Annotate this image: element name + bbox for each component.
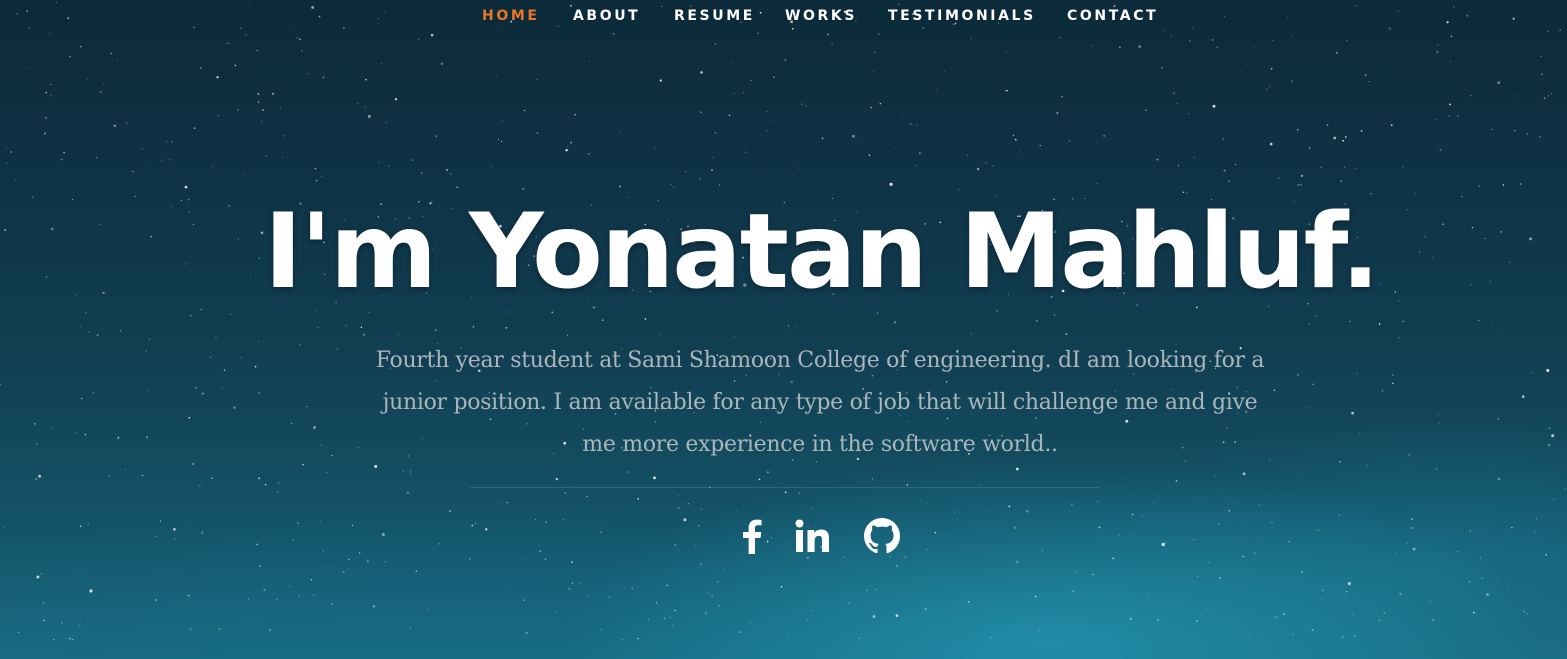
nav-works[interactable]: WORKS [785, 8, 857, 24]
linkedin-icon [795, 519, 831, 558]
facebook-link[interactable] [730, 516, 774, 560]
facebook-icon [741, 518, 763, 559]
github-link[interactable] [860, 516, 904, 560]
hero-description: Fourth year student at Sami Shamoon Coll… [375, 348, 1265, 457]
nav-home[interactable]: HOME [482, 8, 540, 24]
main-nav: HOME ABOUT RESUME WORKS TESTIMONIALS CON… [0, 8, 1567, 28]
hero-divider [470, 487, 1100, 488]
nav-testimonials[interactable]: TESTIMONIALS [888, 8, 1036, 24]
nav-about[interactable]: ABOUT [573, 8, 640, 24]
github-icon [864, 517, 900, 559]
linkedin-link[interactable] [791, 516, 835, 560]
starry-sky-background [0, 1, 1566, 641]
nav-resume[interactable]: RESUME [674, 8, 755, 24]
nav-contact[interactable]: CONTACT [1067, 8, 1158, 24]
hero-title: I'm Yonatan Mahluf. [264, 192, 1380, 312]
